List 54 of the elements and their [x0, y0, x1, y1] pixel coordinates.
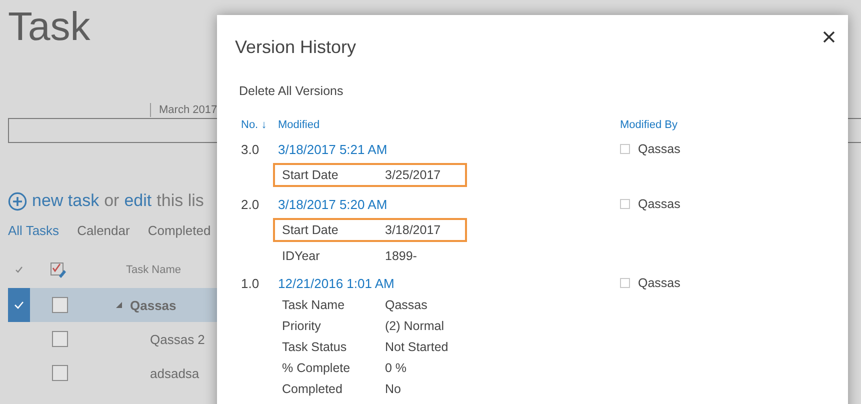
- action-link[interactable]: edit: [124, 191, 152, 211]
- version-date-link[interactable]: 3/18/2017 5:20 AM: [278, 196, 620, 212]
- presence-icon: [620, 144, 630, 154]
- column-header[interactable]: Modified By: [620, 119, 678, 131]
- page-title: Task: [8, 4, 90, 50]
- column-header[interactable]: Task Name: [126, 264, 182, 276]
- field-label: Start Date: [282, 223, 340, 237]
- field-value: 0 %: [385, 360, 407, 374]
- action-text: this lis: [156, 191, 204, 211]
- field-value: 1899-: [385, 248, 417, 262]
- view-tab[interactable]: Calendar: [77, 223, 130, 238]
- modified-by: Qassas: [638, 142, 680, 156]
- field-value: Qassas: [385, 298, 428, 312]
- version-date-link[interactable]: 3/18/2017 5:21 AM: [278, 142, 620, 156]
- checkbox[interactable]: [52, 365, 68, 381]
- dialog-title: Version History: [235, 36, 358, 59]
- field-value: (2) Normal: [385, 318, 444, 332]
- action-text: or: [104, 191, 120, 211]
- checkbox[interactable]: [52, 297, 68, 313]
- edit-checkbox-icon: [50, 262, 67, 278]
- task-name[interactable]: Qassas: [130, 298, 176, 312]
- checkbox[interactable]: [52, 331, 68, 347]
- field-value: Not Started: [385, 340, 448, 354]
- field-label: Priority: [282, 318, 322, 332]
- add-icon[interactable]: [8, 192, 27, 210]
- column-header[interactable]: No. ↓: [241, 119, 278, 131]
- field-label: IDYear: [282, 248, 321, 262]
- task-name[interactable]: Qassas 2: [150, 332, 205, 346]
- column-header[interactable]: Modified: [278, 119, 620, 131]
- field-label: Task Status: [282, 340, 348, 354]
- field-label: Task Name: [282, 298, 346, 312]
- task-row[interactable]: Qassas 2: [8, 322, 228, 356]
- modified-by: Qassas: [638, 197, 680, 211]
- check-icon[interactable]: [14, 301, 24, 309]
- field-value: No: [385, 382, 401, 396]
- task-row[interactable]: adsadsa: [8, 356, 228, 390]
- task-name[interactable]: adsadsa: [150, 366, 200, 380]
- field-label: % Complete: [282, 360, 352, 374]
- delete-all-link[interactable]: Delete All Versions: [239, 84, 830, 98]
- presence-icon: [620, 199, 630, 209]
- version-date-link[interactable]: 12/21/2016 1:01 AM: [278, 276, 620, 290]
- view-tab[interactable]: Completed: [148, 223, 211, 238]
- view-tab[interactable]: All Tasks: [8, 223, 60, 238]
- action-link[interactable]: new task: [32, 191, 100, 211]
- version-number: 2.0: [241, 196, 260, 212]
- field-label: Start Date: [282, 168, 340, 182]
- modified-by: Qassas: [638, 276, 680, 290]
- version-number: 3.0: [241, 142, 260, 156]
- presence-icon: [620, 278, 630, 288]
- version-number: 1.0: [241, 276, 260, 290]
- field-value: 3/18/2017: [385, 223, 441, 237]
- expand-icon[interactable]: [116, 302, 122, 308]
- field-value: 3/25/2017: [385, 168, 441, 182]
- field-label: Completed: [282, 382, 344, 396]
